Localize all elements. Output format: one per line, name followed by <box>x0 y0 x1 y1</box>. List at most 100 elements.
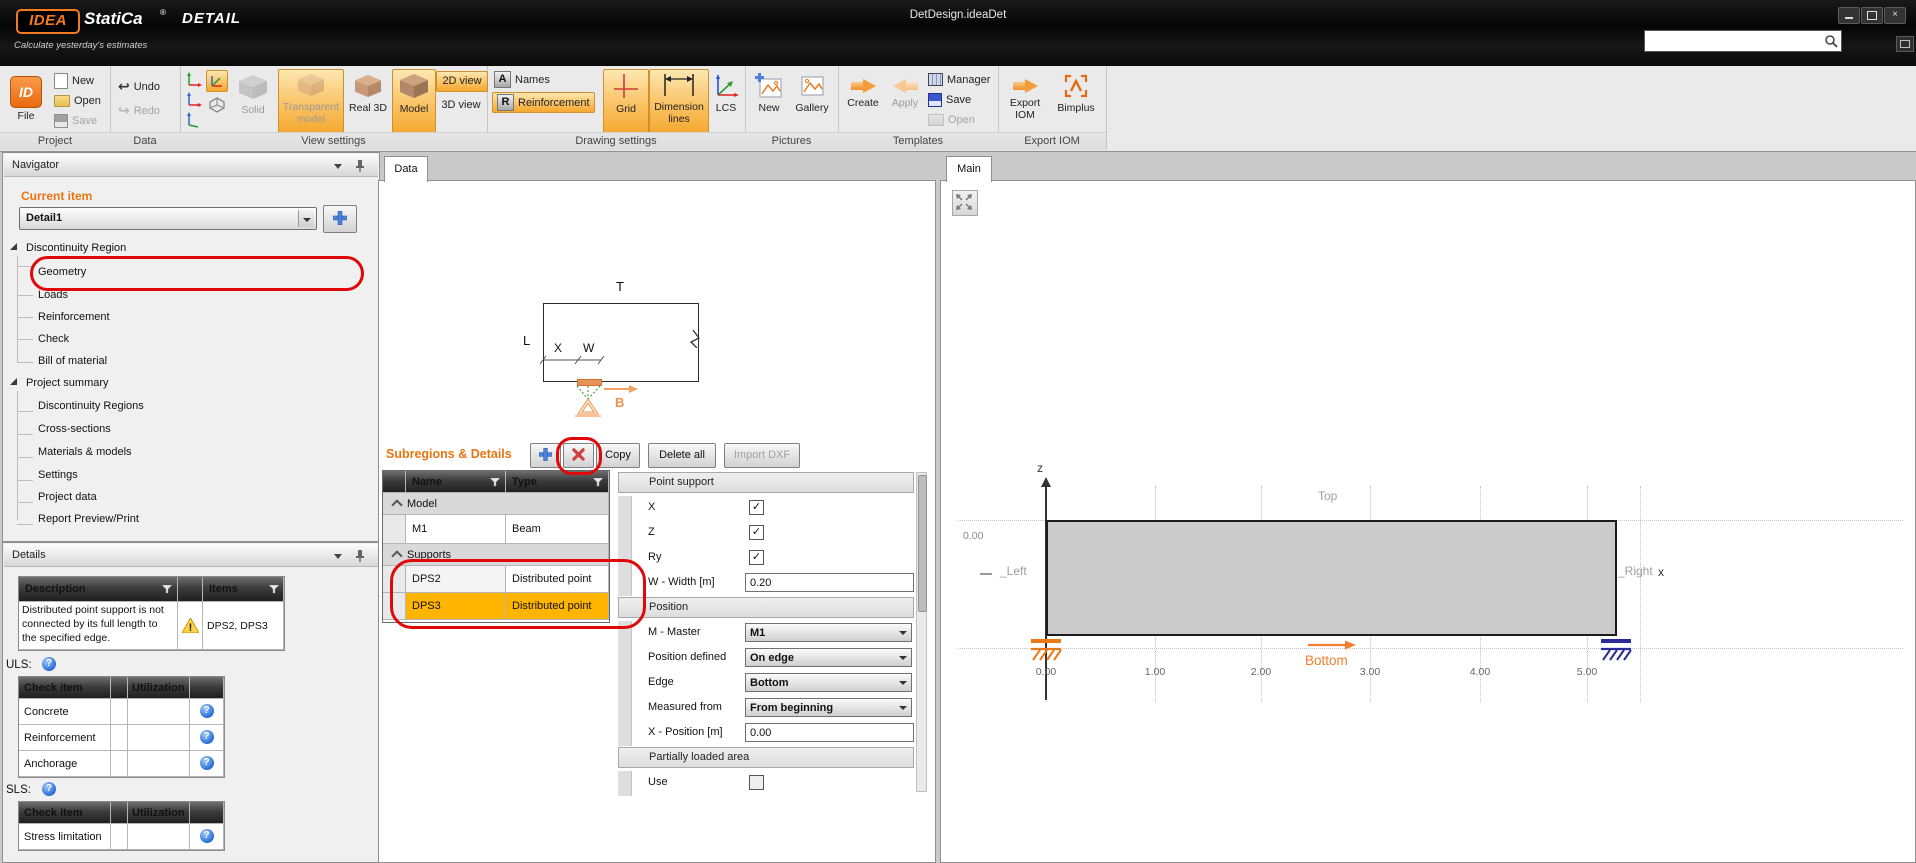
navigator-collapse-icon[interactable] <box>334 164 342 169</box>
view-axis-xy-icon[interactable] <box>186 72 202 88</box>
tree-item-reinforcement[interactable]: Reinforcement <box>38 311 110 323</box>
bimplus-button[interactable]: Bimplus <box>1052 71 1100 131</box>
open-button[interactable]: Open <box>54 92 101 109</box>
details-collapse-icon[interactable] <box>334 554 342 559</box>
redo-button[interactable]: ↪Redo <box>118 102 160 119</box>
tab-main[interactable]: Main <box>946 156 992 182</box>
concrete-help-icon[interactable]: ? <box>200 704 214 718</box>
edge-dropdown[interactable]: Bottom <box>745 673 912 692</box>
partially-loaded-area-group-header[interactable]: Partially loaded area <box>618 747 914 768</box>
tree-item-discontinuity-region[interactable]: Discontinuity Region <box>26 242 126 254</box>
search-box[interactable] <box>1644 30 1842 52</box>
add-detail-button[interactable] <box>323 205 357 233</box>
right-support-icon[interactable] <box>1598 638 1634 664</box>
filter-funnel-icon[interactable] <box>269 585 279 594</box>
search-input[interactable] <box>1647 32 1823 50</box>
use-checkbox[interactable] <box>749 775 764 790</box>
reinforcement-help-icon[interactable]: ? <box>200 730 214 744</box>
combo-dropdown-arrow-icon[interactable] <box>298 210 314 227</box>
tree-item-loads[interactable]: Loads <box>38 289 68 301</box>
scrollbar-thumb[interactable] <box>918 475 927 612</box>
lcs-toggle[interactable]: LCS <box>709 71 743 131</box>
template-save-button[interactable]: Save <box>928 91 971 108</box>
m-master-dropdown[interactable]: M1 <box>745 623 912 642</box>
delete-all-button[interactable]: Delete all <box>648 443 716 468</box>
z-checkbox[interactable]: ✓ <box>749 525 764 540</box>
dps3-row-type[interactable]: Distributed point <box>506 593 609 620</box>
transparent-model-button[interactable]: Transparent model <box>278 69 344 135</box>
beam-edge-right-label[interactable]: _Right <box>1618 564 1653 578</box>
tree-item-cross-sections[interactable]: Cross-sections <box>38 423 111 435</box>
model-row-name[interactable]: M1 <box>406 515 506 544</box>
close-button[interactable]: × <box>1884 7 1906 24</box>
reinforcement-toggle[interactable]: RReinforcement <box>492 92 595 113</box>
sls-help-icon[interactable]: ? <box>42 782 56 796</box>
subregion-add-button[interactable] <box>530 443 561 468</box>
tab-data[interactable]: Data <box>384 156 428 182</box>
2d-view-button[interactable]: 2D view <box>436 71 488 92</box>
view-axis-xz-icon[interactable] <box>186 92 202 108</box>
navigator-pin-icon[interactable] <box>354 159 366 172</box>
stress-limitation-help-icon[interactable]: ? <box>200 829 214 843</box>
x-checkbox[interactable]: ✓ <box>749 500 764 515</box>
filter-funnel-icon[interactable] <box>593 478 603 487</box>
row-selector[interactable] <box>383 515 406 544</box>
row-selector[interactable] <box>383 593 406 620</box>
details-pin-icon[interactable] <box>354 549 366 562</box>
measured-from-dropdown[interactable]: From beginning <box>745 698 912 717</box>
grid-toggle[interactable]: Grid <box>603 69 649 135</box>
solid-view-button[interactable]: Solid <box>230 71 276 131</box>
tree-item-geometry[interactable]: Geometry <box>38 266 86 278</box>
model-row-type[interactable]: Beam <box>506 515 609 544</box>
minimize-button[interactable] <box>1838 7 1860 24</box>
tree-item-report-preview-print[interactable]: Report Preview/Print <box>38 513 139 525</box>
position-defined-dropdown[interactable]: On edge <box>745 648 912 667</box>
view-axis-zy-icon[interactable] <box>186 112 202 128</box>
dps2-row-type[interactable]: Distributed point <box>506 566 609 593</box>
beam-edge-bottom-label[interactable]: Bottom <box>1305 653 1348 668</box>
names-toggle[interactable]: ANames <box>494 71 550 88</box>
ry-checkbox[interactable]: ✓ <box>749 550 764 565</box>
picture-gallery-button[interactable]: Gallery <box>791 71 833 131</box>
filter-funnel-icon[interactable] <box>162 585 172 594</box>
zoom-extents-button[interactable] <box>952 190 978 216</box>
anchorage-help-icon[interactable]: ? <box>200 756 214 770</box>
row-selector[interactable] <box>383 566 406 593</box>
view-cube-icon[interactable] <box>208 96 226 114</box>
view-axonometry-icon[interactable] <box>206 70 228 92</box>
beam-edge-top-label[interactable]: Top <box>1318 489 1337 503</box>
tree-expander-icon[interactable] <box>10 243 17 250</box>
filter-funnel-icon[interactable] <box>490 478 500 487</box>
template-manager-button[interactable]: Manager <box>928 71 990 88</box>
template-apply-button[interactable]: Apply <box>886 71 924 131</box>
tree-item-check[interactable]: Check <box>38 333 69 345</box>
beam-edge-left-label[interactable]: _Left <box>1000 564 1027 578</box>
dps2-row-name[interactable]: DPS2 <box>406 566 506 593</box>
position-group-header[interactable]: Position <box>618 597 914 618</box>
beam-region[interactable] <box>1046 520 1617 636</box>
picture-new-button[interactable]: New <box>749 71 789 131</box>
new-button[interactable]: New <box>54 72 94 89</box>
tree-item-project-data[interactable]: Project data <box>38 491 97 503</box>
template-create-button[interactable]: Create <box>842 71 884 131</box>
ribbon-options-icon[interactable] <box>1896 36 1914 52</box>
copy-button[interactable]: Copy <box>596 443 640 468</box>
current-item-combobox[interactable]: Detail1 <box>19 207 317 230</box>
group-row-model[interactable]: Model <box>383 493 609 515</box>
dimension-lines-toggle[interactable]: Dimension lines <box>649 69 709 135</box>
dps3-row-name[interactable]: DPS3 <box>406 593 506 620</box>
tree-item-project-summary[interactable]: Project summary <box>26 377 109 389</box>
export-iom-button[interactable]: Export IOM <box>1002 71 1048 131</box>
tree-item-bill-of-material[interactable]: Bill of material <box>38 355 107 367</box>
3d-view-button[interactable]: 3D view <box>436 96 486 115</box>
subregion-delete-button[interactable] <box>563 443 594 468</box>
maximize-button[interactable] <box>1861 7 1883 24</box>
tree-item-materials-models[interactable]: Materials & models <box>38 446 132 458</box>
tree-item-discontinuity-regions[interactable]: Discontinuity Regions <box>38 400 144 412</box>
file-button[interactable]: ID File <box>4 72 48 132</box>
point-support-group-header[interactable]: Point support <box>618 472 914 493</box>
tree-item-settings[interactable]: Settings <box>38 469 78 481</box>
template-open-button[interactable]: Open <box>928 111 975 128</box>
real-3d-button[interactable]: Real 3D <box>346 71 390 131</box>
tree-expander-icon[interactable] <box>10 378 17 385</box>
